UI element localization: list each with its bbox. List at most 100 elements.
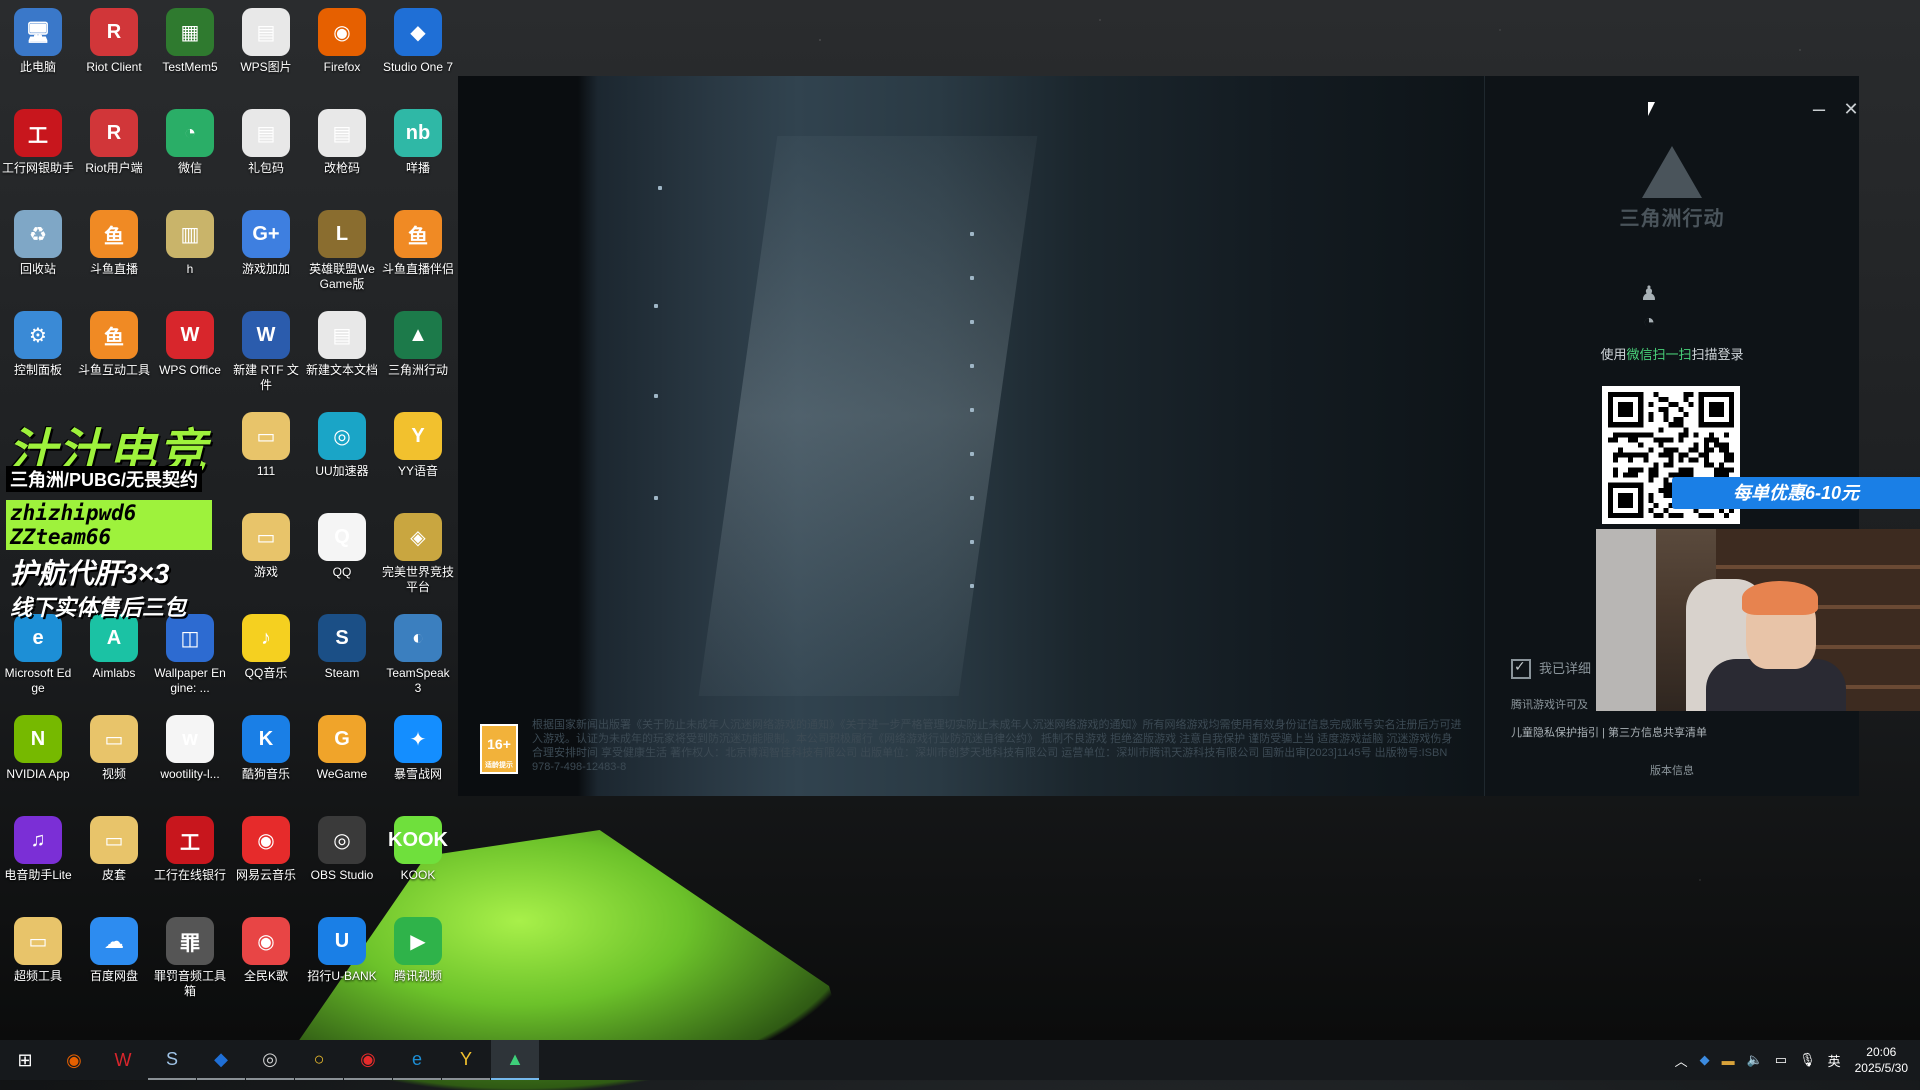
app-icon[interactable]: ◔ [166, 109, 214, 157]
desktop-icon[interactable]: ◫ Wallpaper Engine: ... [152, 608, 228, 706]
app-icon[interactable]: G [318, 715, 366, 763]
taskbar-firefox-icon[interactable]: ◉ [50, 1040, 98, 1080]
desktop-icon[interactable]: R Riot用户端 [76, 103, 152, 201]
app-icon[interactable]: ♻ [14, 210, 62, 258]
desktop-icon[interactable]: N NVIDIA App [0, 709, 76, 807]
desktop-icon[interactable]: ✦ 暴雪战网 [380, 709, 456, 807]
desktop-icon[interactable]: ▭ 游戏 [228, 507, 304, 605]
app-icon[interactable]: 鱼 [90, 311, 138, 359]
app-icon[interactable]: ◉ [318, 8, 366, 56]
app-icon[interactable]: ▥ [166, 210, 214, 258]
desktop-icon[interactable]: R Riot Client [76, 2, 152, 100]
desktop-icon[interactable]: 鱼斗鱼直播伴侣 [380, 204, 456, 302]
desktop-icon[interactable]: ▤ 改枪码 [304, 103, 380, 201]
desktop-icon[interactable]: A Aimlabs [76, 608, 152, 706]
taskbar-edge-icon[interactable]: e [393, 1040, 441, 1080]
clock[interactable]: 20:06 2025/5/30 [1855, 1044, 1908, 1076]
desktop-icon[interactable]: ▶ 腾讯视频 [380, 911, 456, 1009]
app-icon[interactable]: U [318, 917, 366, 965]
app-icon[interactable]: ◆ [394, 8, 442, 56]
privacy-links[interactable]: 儿童隐私保护指引 | 第三方信息共享清单 [1511, 724, 1707, 740]
app-icon[interactable]: ◈ [394, 513, 442, 561]
app-icon[interactable]: ▭ [90, 816, 138, 864]
wechat-login-icon[interactable]: ◔ [1635, 308, 1663, 336]
network-icon[interactable]: ▭ [1775, 1052, 1787, 1068]
app-icon[interactable]: ▭ [14, 917, 62, 965]
app-icon[interactable]: K [242, 715, 290, 763]
desktop-icon[interactable]: ▭ 视频 [76, 709, 152, 807]
taskbar-obs-icon[interactable]: ◎ [246, 1040, 294, 1080]
desktop-icon[interactable]: w wootility-l... [152, 709, 228, 807]
taskbar-delta-force-icon[interactable]: ▲ [491, 1040, 539, 1080]
desktop-icon[interactable]: ♻ 回收站 [0, 204, 76, 302]
desktop-icon[interactable]: S Steam [304, 608, 380, 706]
tray-flag-icon[interactable]: ▬ [1722, 1053, 1735, 1068]
app-icon[interactable]: R [90, 109, 138, 157]
taskbar-studio-one-icon[interactable]: ◆ [197, 1040, 245, 1080]
taskbar-wps-icon[interactable]: W [99, 1040, 147, 1080]
app-icon[interactable]: 🖥 [14, 8, 62, 56]
minimize-button[interactable]: – [1807, 98, 1831, 122]
app-icon[interactable]: 鱼 [90, 210, 138, 258]
app-icon[interactable]: ▭ [242, 412, 290, 460]
taskbar-start-icon[interactable]: ⊞ [1, 1040, 49, 1080]
app-icon[interactable]: 罪 [166, 917, 214, 965]
app-icon[interactable]: 鱼 [394, 210, 442, 258]
version-info-link[interactable]: 版本信息 [1485, 762, 1859, 778]
desktop-icon[interactable]: 🖥 此电脑 [0, 2, 76, 100]
desktop-icon[interactable]: 罪罪罚音频工具箱 [152, 911, 228, 1009]
agreement-checkbox[interactable]: 我已详细 [1511, 658, 1591, 680]
app-icon[interactable]: ⚙ [14, 311, 62, 359]
desktop-icon[interactable]: ♫ 电音助手Lite [0, 810, 76, 908]
taskbar-yy-icon[interactable]: ○ [295, 1040, 343, 1080]
desktop-icon[interactable]: ◉ 全民K歌 [228, 911, 304, 1009]
desktop-icon[interactable]: ◈ 完美世界竞技平台 [380, 507, 456, 605]
desktop-icon[interactable]: ▤ 礼包码 [228, 103, 304, 201]
volume-icon[interactable]: 🔈 [1747, 1052, 1763, 1068]
desktop-icon[interactable]: Y YY语音 [380, 406, 456, 504]
desktop-icon[interactable]: 鱼斗鱼互动工具 [76, 305, 152, 403]
app-icon[interactable]: ▤ [318, 311, 366, 359]
app-icon[interactable]: ▲ [394, 311, 442, 359]
app-icon[interactable]: W [166, 311, 214, 359]
taskbar-yy-voice-icon[interactable]: Y [442, 1040, 490, 1080]
desktop-icon[interactable]: ◉ 网易云音乐 [228, 810, 304, 908]
desktop-icon[interactable]: e Microsoft Edge [0, 608, 76, 706]
app-icon[interactable]: ▭ [242, 513, 290, 561]
checkbox-icon[interactable] [1511, 658, 1531, 679]
app-icon[interactable]: 工 [166, 816, 214, 864]
desktop-icon[interactable]: ◉ Firefox [304, 2, 380, 100]
desktop-icon[interactable]: ◐ TeamSpeak 3 [380, 608, 456, 706]
desktop-icon[interactable]: W 新建 RTF 文件 [228, 305, 304, 403]
desktop-icon[interactable]: ▭ 111 [228, 406, 304, 504]
taskbar-steam-icon[interactable]: S [148, 1040, 196, 1080]
desktop-icon[interactable]: 鱼斗鱼直播 [76, 204, 152, 302]
desktop-icon[interactable]: U 招行U-BANK [304, 911, 380, 1009]
desktop-icon[interactable]: ◆ Studio One 7 [380, 2, 456, 100]
close-button[interactable]: ✕ [1839, 98, 1863, 122]
desktop-icon[interactable]: ◎ UU加速器 [304, 406, 380, 504]
app-icon[interactable]: G+ [242, 210, 290, 258]
desktop-icon[interactable]: nb 咩播 [380, 103, 456, 201]
desktop-icon[interactable]: KOOK KOOK [380, 810, 456, 908]
app-icon[interactable]: 工 [14, 109, 62, 157]
app-icon[interactable]: Q [318, 513, 366, 561]
app-icon[interactable]: ▤ [242, 8, 290, 56]
desktop-icon[interactable]: G WeGame [304, 709, 380, 807]
microphone-icon[interactable]: 🎙 [1799, 1052, 1816, 1068]
app-icon[interactable]: ◎ [318, 412, 366, 460]
app-icon[interactable]: ✦ [394, 715, 442, 763]
app-icon[interactable]: W [242, 311, 290, 359]
desktop-icon[interactable]: ▦ TestMem5 [152, 2, 228, 100]
app-icon[interactable]: nb [394, 109, 442, 157]
app-icon[interactable]: ♫ [14, 816, 62, 864]
taskbar-netease-music-icon[interactable]: ◉ [344, 1040, 392, 1080]
app-icon[interactable]: ☁ [90, 917, 138, 965]
app-icon[interactable]: ◉ [242, 917, 290, 965]
desktop-icon[interactable]: ⚙ 控制面板 [0, 305, 76, 403]
desktop-icon[interactable]: ▥ h [152, 204, 228, 302]
app-icon[interactable]: w [166, 715, 214, 763]
tray-chevron-icon[interactable]: ︿ [1675, 1051, 1688, 1070]
app-icon[interactable]: ▶ [394, 917, 442, 965]
desktop-icon[interactable]: 工工行在线银行 [152, 810, 228, 908]
